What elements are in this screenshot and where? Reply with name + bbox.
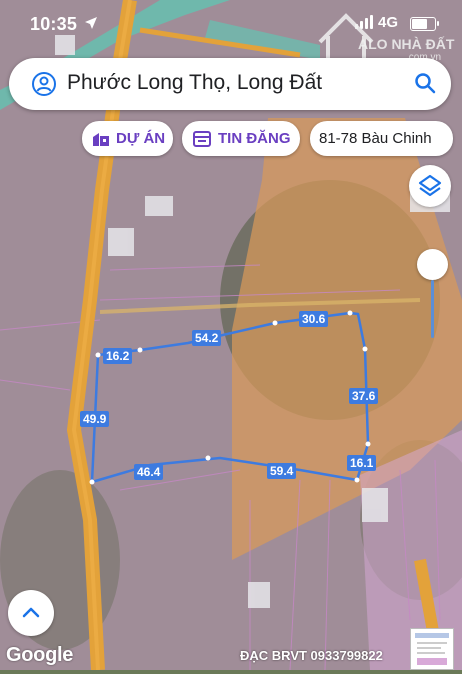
person-icon[interactable] [31, 71, 57, 97]
contact-text: ĐẠC BRVT 0933799822 [240, 648, 383, 663]
google-logo: Google [6, 644, 74, 666]
status-time: 10:35 [30, 14, 78, 34]
dimension-label: 46.4 [134, 464, 164, 480]
expand-button[interactable] [8, 590, 54, 636]
layers-button[interactable] [409, 165, 451, 207]
dimension-label: 16.1 [347, 455, 377, 471]
watermark-text: ALO NHÀ ĐẤT [358, 36, 455, 52]
dimension-label: 49.9 [80, 411, 110, 427]
list-icon [193, 130, 211, 147]
opacity-slider-handle[interactable] [417, 249, 448, 280]
chip-listing[interactable]: TIN ĐĂNG [182, 121, 300, 156]
dimension-label: 16.2 [103, 348, 133, 364]
search-input[interactable]: Phước Long Thọ, Long Đất [67, 71, 322, 95]
location-arrow-icon [85, 17, 97, 29]
document-icon [415, 633, 449, 665]
dimension-label: 37.6 [349, 388, 379, 404]
chip-listing-label: TIN ĐĂNG [218, 130, 291, 147]
dimension-label: 30.6 [299, 311, 329, 327]
building-icon [93, 132, 109, 146]
search-icon[interactable] [414, 72, 436, 94]
chip-project-label: DỰ ÁN [116, 130, 166, 147]
search-bar[interactable]: Phước Long Thọ, Long Đất [9, 58, 451, 110]
dimension-label: 59.4 [267, 463, 297, 479]
dimension-label: 54.2 [192, 330, 222, 346]
chip-project[interactable]: DỰ ÁN [82, 121, 173, 156]
layers-icon [418, 174, 442, 197]
document-thumbnail[interactable] [410, 628, 454, 670]
chip-address-label: 81-78 Bàu Chinh [319, 130, 432, 147]
chip-address[interactable]: 81-78 Bàu Chinh [310, 121, 453, 156]
chevron-up-icon [22, 607, 40, 618]
opacity-slider-track[interactable] [431, 280, 434, 338]
